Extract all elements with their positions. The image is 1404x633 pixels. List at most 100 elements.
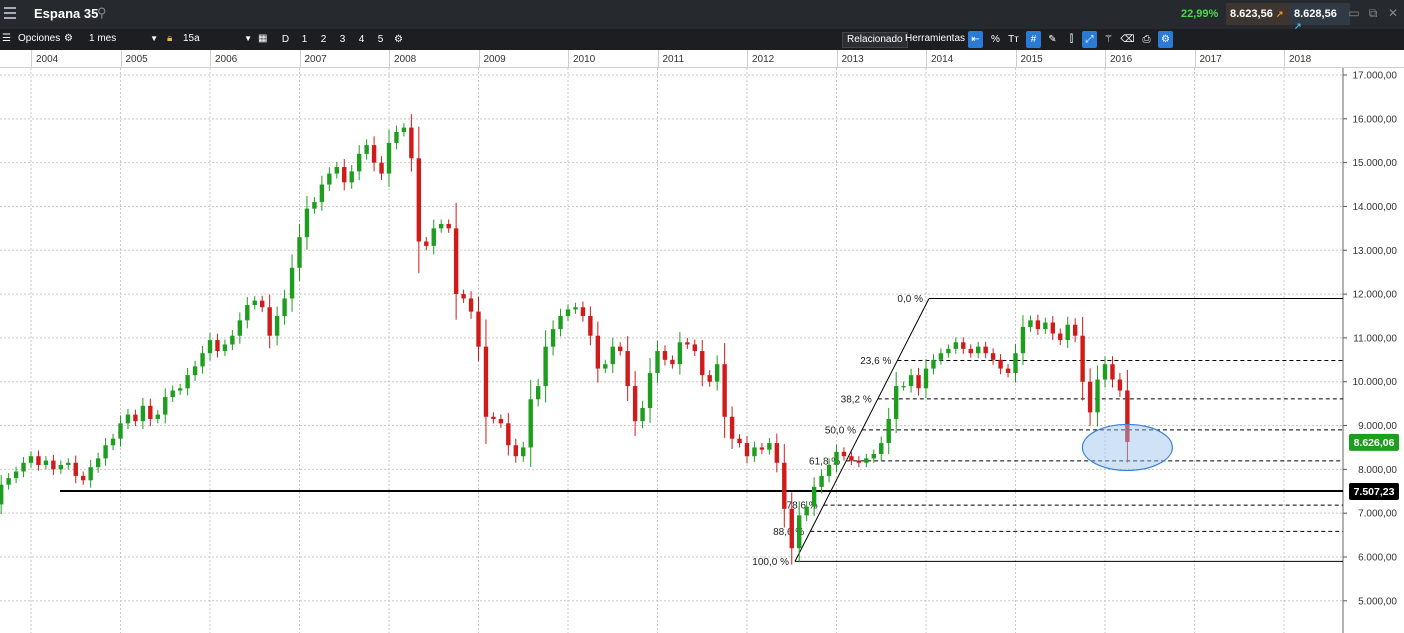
eraser-icon[interactable]: ⌫ <box>1120 31 1135 48</box>
candle-icon[interactable]: ⫿ <box>1064 31 1079 48</box>
y-tick-label: 6.000,00 <box>1358 552 1397 563</box>
candle-body <box>394 131 399 143</box>
grid-icon[interactable]: # <box>1026 31 1041 48</box>
candle-body <box>468 298 474 312</box>
candle-body <box>446 223 451 229</box>
candle-body <box>1028 320 1033 327</box>
options-label[interactable]: Opciones <box>18 33 60 44</box>
candle-body <box>879 443 884 455</box>
candle-body <box>461 294 466 299</box>
candle-body <box>834 451 839 465</box>
candle-body <box>230 335 235 345</box>
year-separator <box>657 50 659 68</box>
period-button-1[interactable]: 1 <box>297 31 312 48</box>
period-button-2[interactable]: 2 <box>316 31 331 48</box>
maximize-icon[interactable]: ⧉ <box>1366 6 1380 20</box>
price-chart[interactable]: 17.000,00 16.000,00 15.000,00 14.000,00 13.0… <box>0 68 1404 633</box>
minimize-icon[interactable]: ▭ <box>1347 6 1361 20</box>
candle-body <box>58 464 64 470</box>
candle-body <box>722 364 727 417</box>
lock-icon[interactable]: 🔒︎ <box>167 33 172 44</box>
candle-body <box>767 443 772 450</box>
timeframe-select[interactable]: 1 mes ▼ <box>86 32 160 47</box>
candle-body <box>1110 364 1115 380</box>
tools-label[interactable]: Herramientas <box>905 33 965 44</box>
candle-body <box>51 460 56 470</box>
candle-body <box>961 342 966 349</box>
tools-settings-icon[interactable]: ⚙ <box>1158 31 1173 48</box>
chevron-down-icon: ▼ <box>150 34 158 43</box>
chart-toolbar: ☰ Opciones ⚙ 1 mes ▼ 🔒︎ 15a ▼ ▦ D 1 2 3 4 … <box>0 29 1404 50</box>
candle-body <box>901 386 906 388</box>
candle-body <box>864 458 869 463</box>
candle-body <box>685 342 690 345</box>
year-separator <box>120 50 122 68</box>
candle-body <box>774 443 780 463</box>
candle-body <box>632 386 638 422</box>
close-icon[interactable]: ✕ <box>1386 6 1400 20</box>
candle-body <box>826 464 832 476</box>
indicator-icon[interactable]: ⚚ <box>1101 31 1116 48</box>
candle-body <box>953 342 959 349</box>
trend-tool-icon[interactable]: ⤢ <box>1082 31 1097 48</box>
period-button-3[interactable]: 3 <box>335 31 350 48</box>
candle-body <box>580 307 586 316</box>
candle-body <box>282 298 287 316</box>
year-separator <box>568 50 569 68</box>
print-icon[interactable]: ⎙ <box>1139 31 1154 48</box>
pencil-icon[interactable]: ✎ <box>1045 31 1060 48</box>
chevron-down-icon: ▼ <box>244 34 252 43</box>
fib-level-label: 100,0 % <box>752 557 789 568</box>
crosshair-icon[interactable]: ⇤ <box>968 31 983 48</box>
year-separator <box>1105 50 1106 68</box>
candle-body <box>371 145 377 163</box>
candle-body <box>595 335 601 369</box>
year-label: 2009 <box>483 54 506 65</box>
candle-body <box>386 142 392 174</box>
year-separator <box>210 50 211 68</box>
candle-body <box>163 397 168 415</box>
candle-body <box>1013 353 1018 373</box>
candle-body <box>923 368 929 389</box>
text-tool-icon[interactable]: Tт <box>1006 31 1021 48</box>
instrument-title[interactable]: Espana 35 <box>34 6 98 21</box>
candle-body <box>334 167 339 174</box>
range-select[interactable]: 15a ▼ <box>180 32 254 47</box>
candle-body <box>148 405 153 419</box>
year-label: 2008 <box>394 54 417 65</box>
percent-icon[interactable]: % <box>988 31 1003 48</box>
year-label: 2016 <box>1110 54 1133 65</box>
search-icon[interactable]: ⚲ <box>97 5 107 21</box>
year-separator <box>1015 50 1017 68</box>
year-separator <box>836 50 838 68</box>
candle-body <box>931 359 936 369</box>
candle-body <box>700 351 705 376</box>
list-icon[interactable]: ☰ <box>2 33 11 44</box>
period-button-5[interactable]: 5 <box>373 31 388 48</box>
calendar-icon[interactable]: ▦ <box>258 33 267 44</box>
period-button-d[interactable]: D <box>278 31 293 48</box>
candle-body <box>81 475 86 481</box>
sell-price-button[interactable]: 8.623,56 ↗ <box>1226 3 1290 25</box>
candle-body <box>6 478 11 485</box>
year-separator <box>1284 50 1285 68</box>
y-tick-label: 11.000,00 <box>1353 333 1397 344</box>
candle-body <box>43 460 49 465</box>
menu-icon[interactable] <box>4 7 16 21</box>
y-tick-label: 16.000,00 <box>1353 114 1398 125</box>
year-separator <box>31 50 32 68</box>
fib-level-label: 23,6 % <box>860 356 891 367</box>
candle-body <box>1095 379 1100 413</box>
related-button[interactable]: Relacionado <box>842 32 908 48</box>
gear-icon[interactable]: ⚙ <box>64 33 73 44</box>
range-value: 15a <box>183 33 200 44</box>
year-separator <box>1194 50 1196 68</box>
candle-body <box>118 423 123 439</box>
settings-gear-icon[interactable]: ⚙ <box>391 31 406 48</box>
buy-price-button[interactable]: 8.628,56 ↗ <box>1290 3 1350 31</box>
candle-body <box>1043 322 1048 330</box>
period-button-4[interactable]: 4 <box>354 31 369 48</box>
candle-body <box>610 346 615 365</box>
candle-body <box>1065 324 1070 341</box>
candle-body <box>245 305 250 321</box>
